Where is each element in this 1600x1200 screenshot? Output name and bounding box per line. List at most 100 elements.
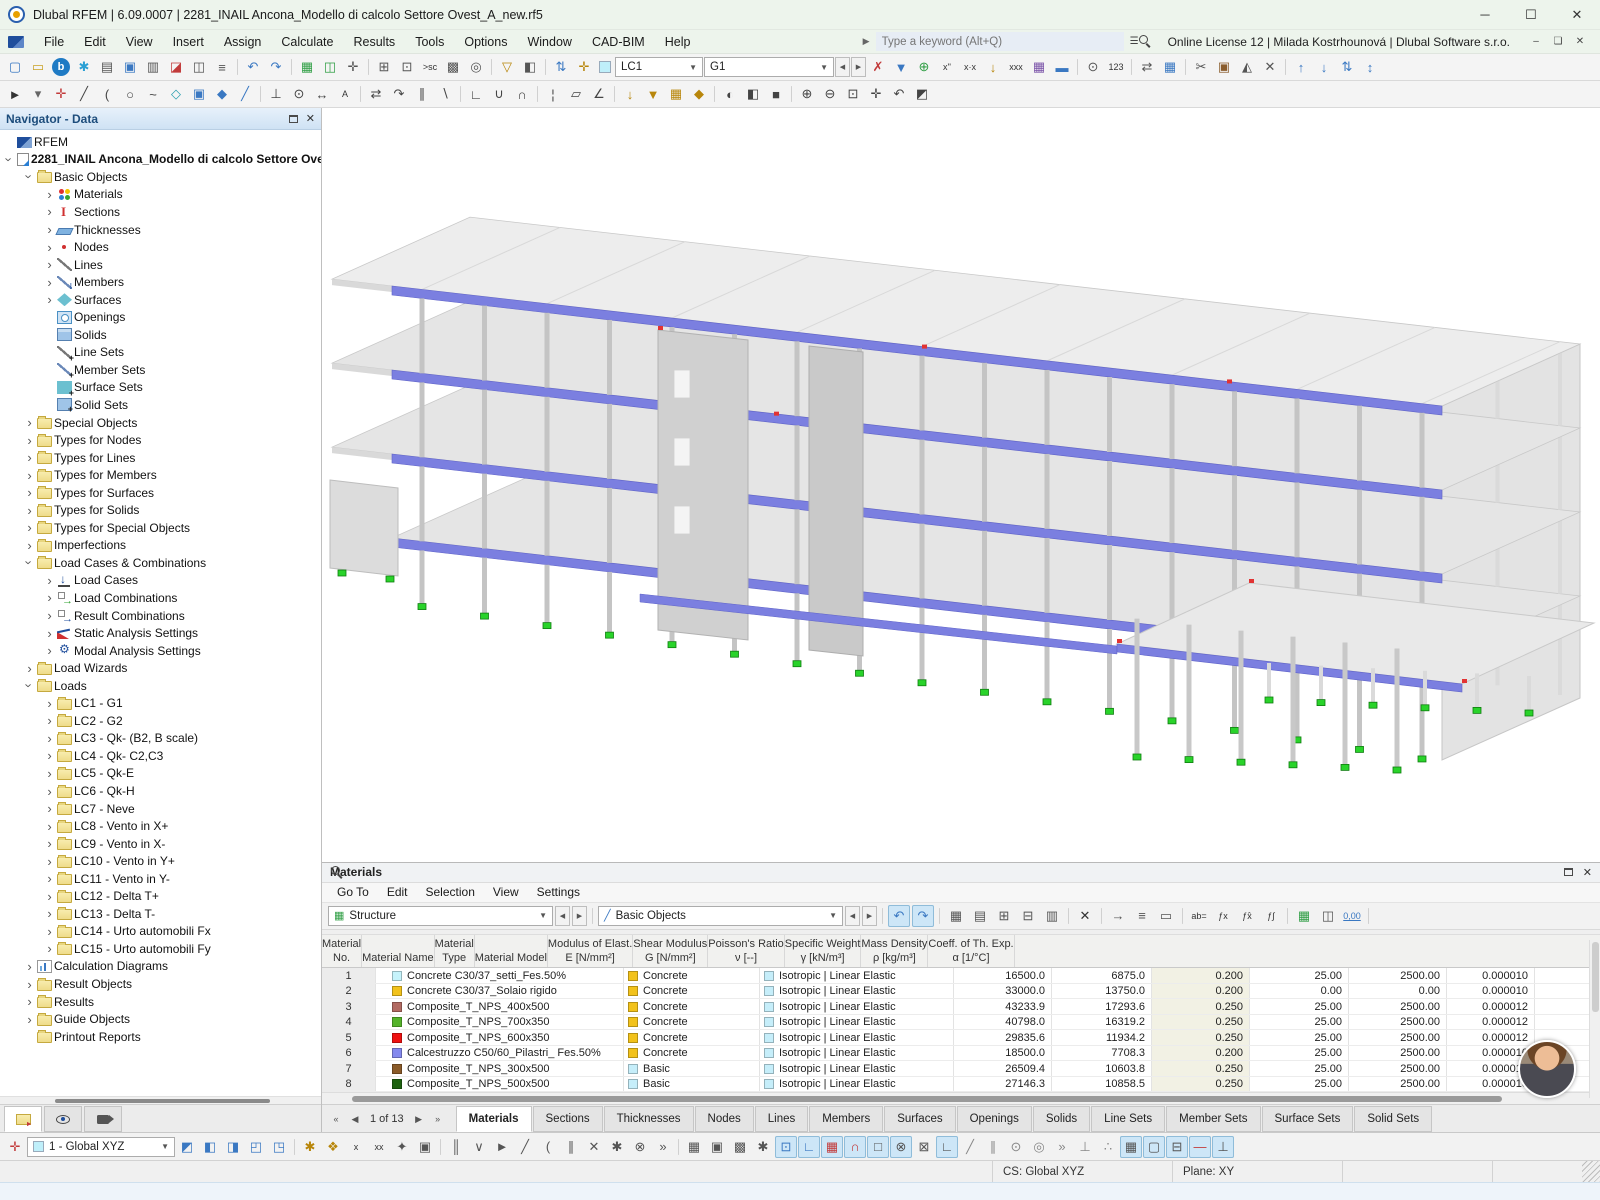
expander-icon[interactable]	[22, 661, 37, 676]
toolbar-separator[interactable]	[1285, 59, 1286, 75]
material-no-cell[interactable]: 5	[322, 1030, 376, 1045]
menu-item[interactable]: Help	[655, 30, 701, 54]
tree-item[interactable]: Types for Solids	[0, 501, 321, 519]
snap-endpoint-button[interactable]: ║	[445, 1136, 467, 1158]
table-tab[interactable]: Members	[809, 1106, 883, 1132]
material-model-cell[interactable]: Isotropic | Linear Elastic	[760, 1061, 954, 1076]
view-isometric-button[interactable]: ◩	[176, 1136, 198, 1158]
shear-modulus-cell[interactable]: 13750.0	[1052, 984, 1152, 999]
layers-button[interactable]: ⊟	[1166, 1136, 1188, 1158]
expander-icon[interactable]	[42, 573, 57, 588]
column-header[interactable]: MaterialNo.	[322, 935, 362, 968]
expander-icon[interactable]	[42, 819, 57, 834]
material-model-cell[interactable]: Isotropic | Linear Elastic	[760, 1046, 954, 1061]
function-button[interactable]: ƒx	[1212, 905, 1234, 927]
material-name-cell[interactable]: Calcestruzzo C50/60_Pilastri_ Fes.50%	[376, 1046, 624, 1061]
minimize-button[interactable]: ─	[1462, 0, 1508, 30]
copy-button[interactable]: ◫	[188, 56, 210, 78]
menu-item[interactable]: Insert	[163, 30, 214, 54]
move-tool-button[interactable]: ⇄	[365, 83, 387, 105]
crosshair-button[interactable]: ✛	[342, 56, 364, 78]
toolbar-separator[interactable]	[1368, 908, 1369, 924]
keyword-search-input[interactable]	[876, 32, 1124, 51]
toolbar-separator[interactable]	[440, 1139, 441, 1155]
tree-item[interactable]: LC2 - G2	[0, 712, 321, 730]
tree-item[interactable]: Loads	[0, 677, 321, 695]
grid-button[interactable]: ▦	[683, 1136, 705, 1158]
menu-item[interactable]: View	[116, 30, 163, 54]
clip-button[interactable]: ◧	[742, 83, 764, 105]
menu-item[interactable]: Options	[454, 30, 517, 54]
zoom-select-button[interactable]: ⊙	[1082, 56, 1104, 78]
column-header[interactable]: Mass Densityρ [kg/m³]	[861, 935, 928, 968]
material-model-cell[interactable]: Isotropic | Linear Elastic	[760, 999, 954, 1014]
expander-icon[interactable]	[42, 275, 57, 290]
table-tab[interactable]: Sections	[533, 1106, 603, 1132]
tree-item[interactable]: Load Wizards	[0, 659, 321, 677]
angle-snap-button[interactable]: »	[1051, 1136, 1073, 1158]
material-name-cell[interactable]: Composite_T_NPS_500x500	[376, 1077, 624, 1092]
materials-menu-item[interactable]: Edit	[378, 882, 417, 902]
toolbar-separator[interactable]	[939, 908, 940, 924]
visibility-window-button[interactable]: ❖	[322, 1136, 344, 1158]
menu-item[interactable]: Window	[517, 30, 581, 54]
insert-row-button[interactable]: ⊞	[993, 905, 1015, 927]
perpendicular-snap-button[interactable]: ⊥	[1074, 1136, 1096, 1158]
toolbar-separator[interactable]	[614, 86, 615, 102]
snap-settings-button[interactable]: ✛	[4, 1136, 26, 1158]
tree-item[interactable]: LC15 - Urto automobili Fy	[0, 940, 321, 958]
column-header[interactable]: Coeff. of Th. Exp.α [1/°C]	[928, 935, 1014, 968]
tree-item[interactable]: RFEM	[0, 133, 321, 151]
table-tab[interactable]: Thicknesses	[604, 1106, 694, 1132]
toolbar-separator[interactable]	[678, 1139, 679, 1155]
poisson-cell[interactable]: 0.250	[1152, 1077, 1250, 1092]
toolbar-separator[interactable]	[260, 86, 261, 102]
fit-height-button[interactable]: ↕	[1359, 56, 1381, 78]
view-rotate-button[interactable]: ◳	[268, 1136, 290, 1158]
material-name-cell[interactable]: Composite_T_NPS_300x500	[376, 1061, 624, 1076]
navigator-tab-data[interactable]	[4, 1106, 42, 1132]
table-row[interactable]: 5 Composite_T_NPS_600x350 Concrete Isotr…	[322, 1030, 1600, 1046]
expander-icon[interactable]	[22, 959, 37, 974]
table-vscrollbar[interactable]	[1589, 940, 1600, 1098]
table-row[interactable]: 2 Concrete C30/37_Solaio rigido Concrete…	[322, 984, 1600, 1000]
dot-grid-button[interactable]: ▩	[729, 1136, 751, 1158]
text-tool-button[interactable]: A	[334, 83, 356, 105]
coordinate-system-button[interactable]: ∠	[588, 83, 610, 105]
surface-load-button[interactable]: ▦	[665, 83, 687, 105]
shear-modulus-cell[interactable]: 7708.3	[1052, 1046, 1152, 1061]
material-type-cell[interactable]: Concrete	[624, 984, 760, 999]
renumber-button[interactable]: ⇅	[550, 56, 572, 78]
tree-item[interactable]: Members	[0, 273, 321, 291]
divide-tool-button[interactable]: ∖	[434, 83, 456, 105]
material-type-cell[interactable]: Concrete	[624, 968, 760, 983]
zoom-in-button[interactable]: ⊕	[796, 83, 818, 105]
navigator-close-icon[interactable]: ✕	[306, 112, 315, 125]
expander-icon[interactable]	[42, 836, 57, 851]
select-axes-button[interactable]: xx	[368, 1136, 390, 1158]
expander-icon[interactable]	[42, 889, 57, 904]
intersection-button[interactable]: ∩	[511, 83, 533, 105]
guide-line-button[interactable]: ¦	[542, 83, 564, 105]
structure-prev-button[interactable]: ◀	[555, 906, 570, 926]
snap-intersection-button[interactable]: ✕	[583, 1136, 605, 1158]
print-button[interactable]: ▥	[142, 56, 164, 78]
tree-item[interactable]: Load Cases	[0, 572, 321, 590]
shear-modulus-cell[interactable]: 16319.2	[1052, 1015, 1152, 1030]
toolbar-separator[interactable]	[714, 86, 715, 102]
shear-modulus-cell[interactable]: 17293.6	[1052, 999, 1152, 1014]
tree-item[interactable]: LC13 - Delta T-	[0, 905, 321, 923]
thermal-coeff-cell[interactable]: 0.000012	[1447, 1030, 1535, 1045]
expander-icon[interactable]	[22, 485, 37, 500]
toolbar-separator[interactable]	[1068, 908, 1069, 924]
plumb-line-button[interactable]: ⊥	[1212, 1136, 1234, 1158]
toolbar-separator[interactable]	[237, 59, 238, 75]
clear-table-button[interactable]: ✕	[1074, 905, 1096, 927]
table-view-button[interactable]: ▦	[296, 56, 318, 78]
selection-box-button[interactable]: ▢	[1143, 1136, 1165, 1158]
toolbar-separator[interactable]	[294, 1139, 295, 1155]
toolbar-separator[interactable]	[368, 59, 369, 75]
tree-item[interactable]: Surface Sets	[0, 379, 321, 397]
mass-density-cell[interactable]: 2500.00	[1349, 1046, 1447, 1061]
expander-icon[interactable]	[42, 590, 57, 605]
